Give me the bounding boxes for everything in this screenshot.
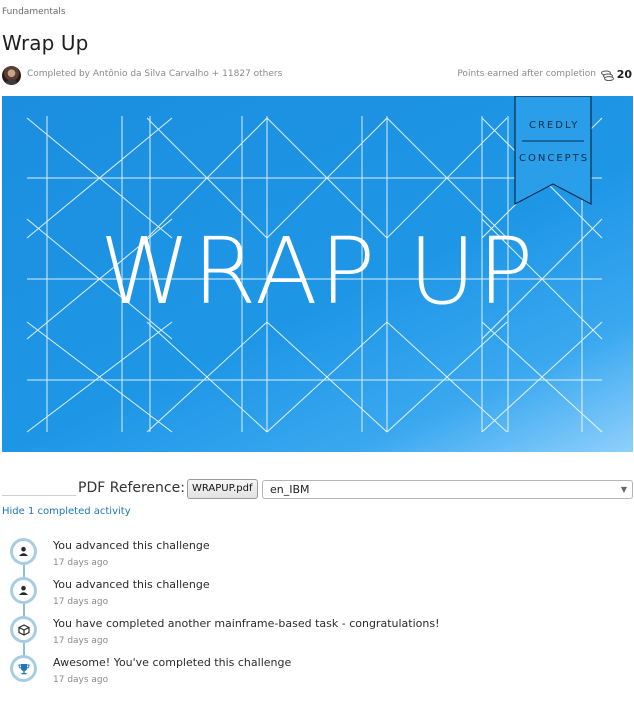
timeline-text: You advanced this challenge [53, 578, 210, 591]
completed-by-text[interactable]: Completed by Antônio da Silva Carvalho +… [27, 69, 282, 79]
hero-title: WRAP UP [99, 218, 536, 325]
trophy-icon [17, 663, 30, 674]
timeline-time: 17 days ago [53, 636, 109, 646]
hide-completed-activity-link[interactable]: Hide 1 completed activity [2, 506, 131, 517]
timeline-item: Awesome! You've completed this challenge… [10, 653, 610, 692]
timeline-time: 17 days ago [53, 675, 109, 685]
credly-ribbon [514, 96, 592, 205]
timeline-badge [10, 538, 37, 565]
timeline-item: You advanced this challenge 17 days ago [10, 575, 610, 614]
breadcrumb[interactable]: Fundamentals [2, 7, 66, 17]
timeline-badge [10, 655, 37, 682]
ribbon-top-text: CREDLY [529, 120, 580, 131]
points-label: Points earned after completion [457, 69, 596, 79]
pdf-file-button[interactable]: WRAPUP.pdf [187, 479, 258, 499]
language-selected-value: en_IBM [270, 483, 310, 496]
pdf-underline [2, 495, 76, 496]
timeline-badge [10, 577, 37, 604]
points-value: 20 [616, 68, 632, 81]
timeline-time: 17 days ago [53, 558, 109, 568]
timeline-badge [10, 616, 37, 643]
cube-icon [17, 623, 30, 636]
pdf-reference-label: PDF Reference: [78, 480, 185, 496]
chevron-down-icon: ▼ [620, 485, 627, 494]
hero-banner: WRAP UP CREDLY CONCEPTS [2, 96, 633, 452]
timeline-item: You have completed another mainframe-bas… [10, 614, 610, 653]
ribbon-bottom-text: CONCEPTS [519, 153, 590, 164]
pdf-reference-row: PDF Reference: WRAPUP.pdf en_IBM ▼ [2, 478, 633, 500]
person-icon [19, 585, 28, 595]
person-icon [19, 546, 28, 556]
timeline-item: You advanced this challenge 17 days ago [10, 536, 610, 575]
avatar[interactable] [2, 66, 21, 85]
coins-icon [601, 70, 614, 81]
language-select[interactable]: en_IBM ▼ [262, 480, 633, 499]
timeline-text: You advanced this challenge [53, 539, 210, 552]
meta-row: Completed by Antônio da Silva Carvalho +… [2, 66, 632, 86]
timeline-text: Awesome! You've completed this challenge [53, 656, 292, 669]
page-title: Wrap Up [2, 31, 89, 55]
timeline-time: 17 days ago [53, 597, 109, 607]
timeline-text: You have completed another mainframe-bas… [53, 617, 440, 630]
